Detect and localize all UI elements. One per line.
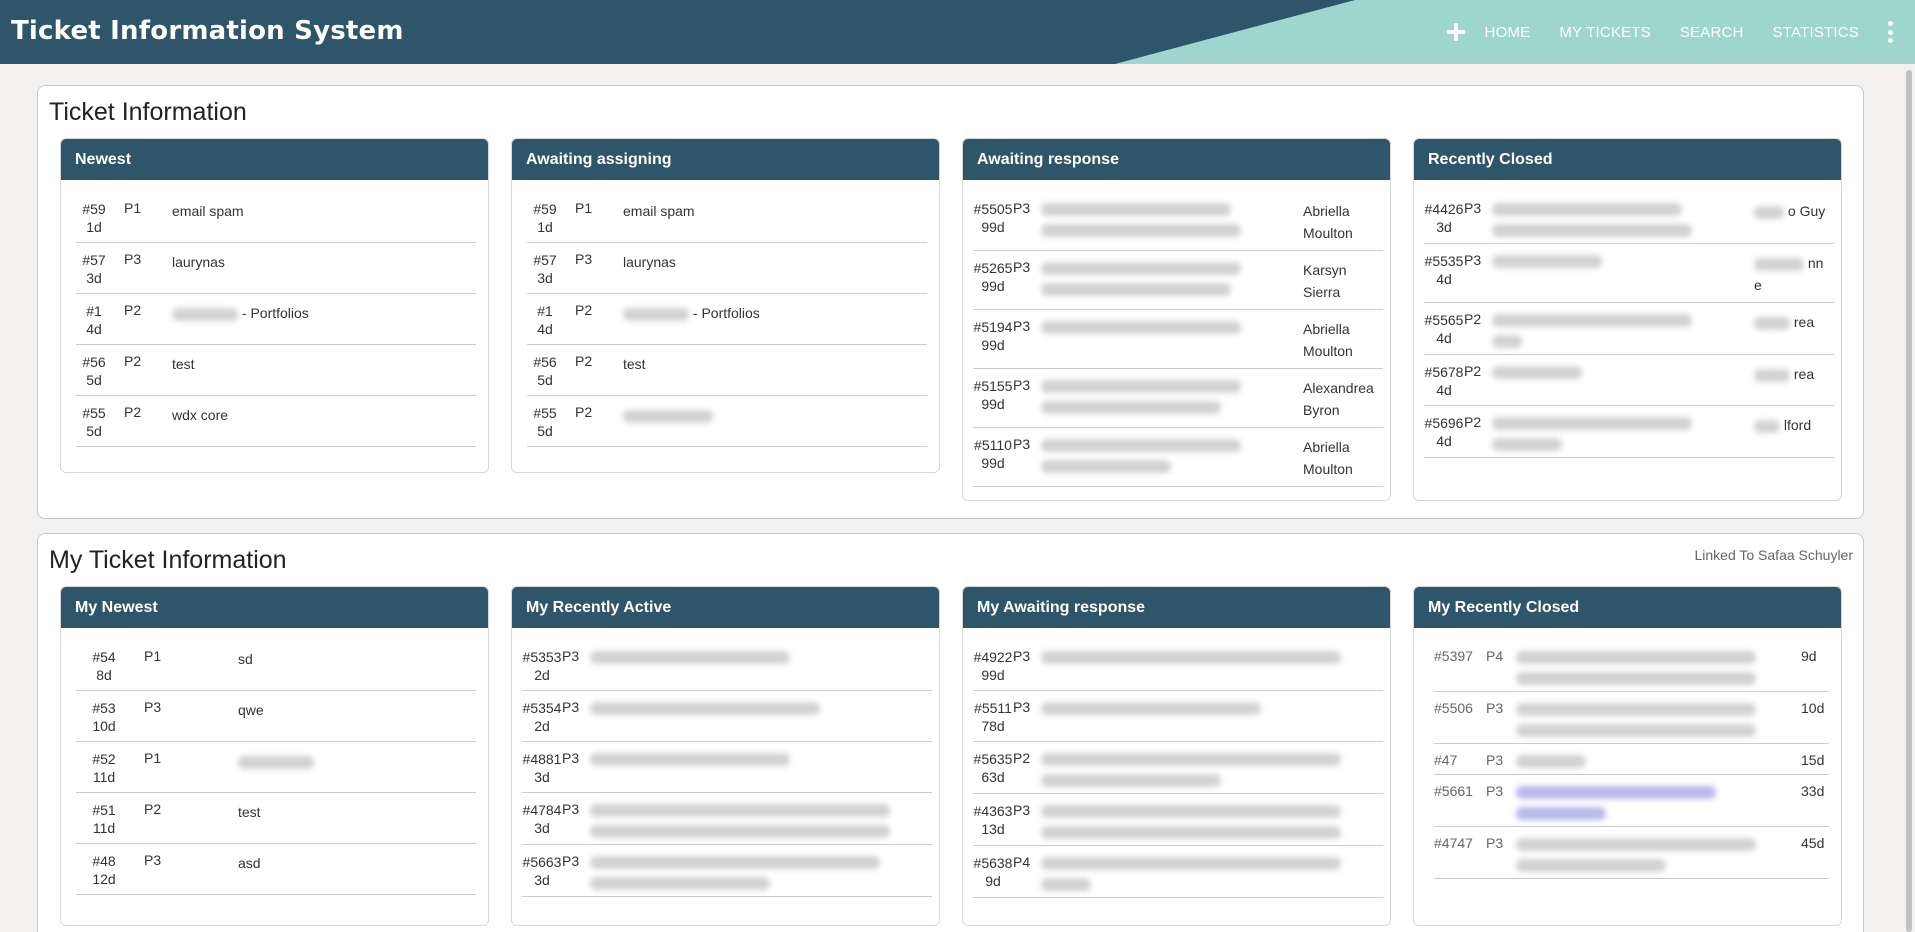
main-nav: HOME MY TICKETS SEARCH STATISTICS [1446, 0, 1915, 64]
redacted-text [172, 307, 238, 321]
table-row[interactable]: #5194 99d P3 Abriella Moulton [973, 309, 1383, 369]
add-ticket-plus-icon[interactable] [1446, 23, 1465, 41]
table-row[interactable]: #4784 3d P3 [522, 792, 932, 845]
table-row[interactable]: #5265 99d P3 Karsyn Sierra [973, 250, 1383, 310]
top-navbar: Ticket Information System HOME MY TICKET… [0, 0, 1915, 64]
table-row[interactable]: #56 5d P2 test [76, 344, 476, 396]
table-row[interactable]: #5696 4d P2 lford [1424, 405, 1834, 458]
table-row[interactable]: #53 10d P3 qwe [76, 690, 476, 742]
table-row[interactable]: #5635 63d P2 [973, 741, 1383, 794]
table-row[interactable]: #5353 2d P3 [522, 640, 932, 691]
table-row[interactable]: #1 4d P2 - Portfolios [527, 293, 927, 345]
table-row[interactable]: #5663 3d P3 [522, 844, 932, 897]
my-recently-closed-table: #5397 P4 9d #5506 P3 10d #47 P3 15d #5661 P3 33d… [1434, 640, 1829, 879]
table-row[interactable]: #57 3d P3 laurynas [527, 242, 927, 294]
table-row[interactable]: #51 11d P2 test [76, 792, 476, 844]
section-title: Ticket Information [49, 98, 247, 126]
table-row[interactable]: #4363 13d P3 [973, 793, 1383, 846]
table-row[interactable]: #1 4d P2 - Portfolios [76, 293, 476, 345]
ticket-information-section: Ticket Information Newest #59 1d P1 email s… [37, 85, 1864, 519]
awaiting-response-table: #5505 99d P3 Abriella Moulton #5265 99d P3 Kar… [973, 192, 1383, 487]
table-row[interactable]: #5155 99d P3 Alexandrea Byron [973, 368, 1383, 428]
card-title: Awaiting response [963, 139, 1390, 180]
awaiting-assigning-card: Awaiting assigning #59 1d P1 email spam #57… [511, 138, 940, 473]
table-row[interactable]: #57 3d P3 laurynas [76, 242, 476, 294]
table-row[interactable]: #55 5d P2 [527, 395, 927, 447]
table-row[interactable]: #48 12d P3 asd [76, 843, 476, 895]
card-title: Newest [61, 139, 488, 180]
nav-search[interactable]: SEARCH [1680, 24, 1744, 41]
my-newest-table: #54 8d P1 sd #53 10d P3 qwe #52 11d P1 #51 11d P2 t… [76, 640, 476, 895]
table-row[interactable]: #5535 4d P3 nn e [1424, 243, 1834, 303]
linked-user: Linked To Safaa Schuyler [1694, 547, 1853, 563]
card-title: My Recently Active [512, 587, 939, 628]
redacted-text [623, 307, 689, 321]
newest-table: #59 1d P1 email spam #57 3d P3 laurynas #1 4d P2… [76, 192, 476, 447]
nav-home[interactable]: HOME [1485, 24, 1531, 41]
table-row[interactable]: #5638 9d P4 [973, 845, 1383, 898]
table-row[interactable]: #5506 P3 10d [1434, 691, 1829, 744]
table-row[interactable]: #59 1d P1 email spam [527, 192, 927, 243]
app-title[interactable]: Ticket Information System [11, 16, 404, 46]
table-row[interactable]: #5505 99d P3 Abriella Moulton [973, 192, 1383, 251]
my-awaiting-response-card: My Awaiting response #4922 99d P3 #5511 78d… [962, 586, 1391, 926]
card-title: My Newest [61, 587, 488, 628]
table-row[interactable]: #54 8d P1 sd [76, 640, 476, 691]
recently-closed-card: Recently Closed #4426 3d P3 o Guy #5535 4d P… [1413, 138, 1842, 501]
awaiting-response-card: Awaiting response #5505 99d P3 Abriella Mou… [962, 138, 1391, 501]
nav-my-tickets[interactable]: MY TICKETS [1559, 24, 1650, 41]
section-title: My Ticket Information [49, 546, 287, 574]
my-awaiting-response-table: #4922 99d P3 #5511 78d P3 #5635 63d P2 #4363 13… [973, 640, 1383, 898]
card-title: My Recently Closed [1414, 587, 1841, 628]
awaiting-assigning-table: #59 1d P1 email spam #57 3d P3 laurynas #1 4d P2… [527, 192, 927, 447]
table-row[interactable]: #5565 4d P2 rea [1424, 302, 1834, 355]
my-newest-card: My Newest #54 8d P1 sd #53 10d P3 qwe #52 11d P1… [60, 586, 489, 926]
redacted-text [623, 409, 713, 423]
table-row[interactable]: #5511 78d P3 [973, 690, 1383, 742]
table-row[interactable]: #55 5d P2 wdx core [76, 395, 476, 447]
card-title: Recently Closed [1414, 139, 1841, 180]
table-row[interactable]: #47 P3 15d [1434, 743, 1829, 775]
table-row[interactable]: #52 11d P1 [76, 741, 476, 793]
vertical-scrollbar[interactable] [1903, 64, 1915, 932]
table-row[interactable]: #5110 99d P3 Abriella Moulton [973, 427, 1383, 487]
more-menu-kebab-icon[interactable] [1888, 21, 1894, 43]
my-ticket-information-section: My Ticket Information Linked To Safaa Sc… [37, 533, 1864, 932]
table-row[interactable]: #4922 99d P3 [973, 640, 1383, 691]
table-row[interactable]: #5397 P4 9d [1434, 640, 1829, 692]
table-row[interactable]: #4881 3d P3 [522, 741, 932, 793]
newest-card: Newest #59 1d P1 email spam #57 3d P3 laurynas… [60, 138, 489, 473]
table-row[interactable]: #4426 3d P3 o Guy [1424, 192, 1834, 244]
card-title: Awaiting assigning [512, 139, 939, 180]
table-row[interactable]: #56 5d P2 test [527, 344, 927, 396]
my-recently-active-table: #5353 2d P3 #5354 2d P3 #4881 3d P3 #4784 3d P3 … [522, 640, 932, 897]
table-row[interactable]: #59 1d P1 email spam [76, 192, 476, 243]
card-title: My Awaiting response [963, 587, 1390, 628]
my-recently-active-card: My Recently Active #5353 2d P3 #5354 2d P3 #… [511, 586, 940, 926]
scrollbar-thumb[interactable] [1906, 70, 1912, 932]
my-recently-closed-card: My Recently Closed #5397 P4 9d #5506 P3 10d … [1413, 586, 1842, 926]
table-row[interactable]: #5661 P3 33d [1434, 774, 1829, 827]
nav-statistics[interactable]: STATISTICS [1773, 24, 1859, 41]
recently-closed-table: #4426 3d P3 o Guy #5535 4d P3 nn e #5565 4d P2… [1424, 192, 1834, 458]
age-link[interactable]: 33d [1789, 774, 1829, 827]
table-row[interactable]: #4747 P3 45d [1434, 826, 1829, 879]
table-row[interactable]: #5354 2d P3 [522, 690, 932, 742]
table-row[interactable]: #5678 4d P2 rea [1424, 354, 1834, 406]
